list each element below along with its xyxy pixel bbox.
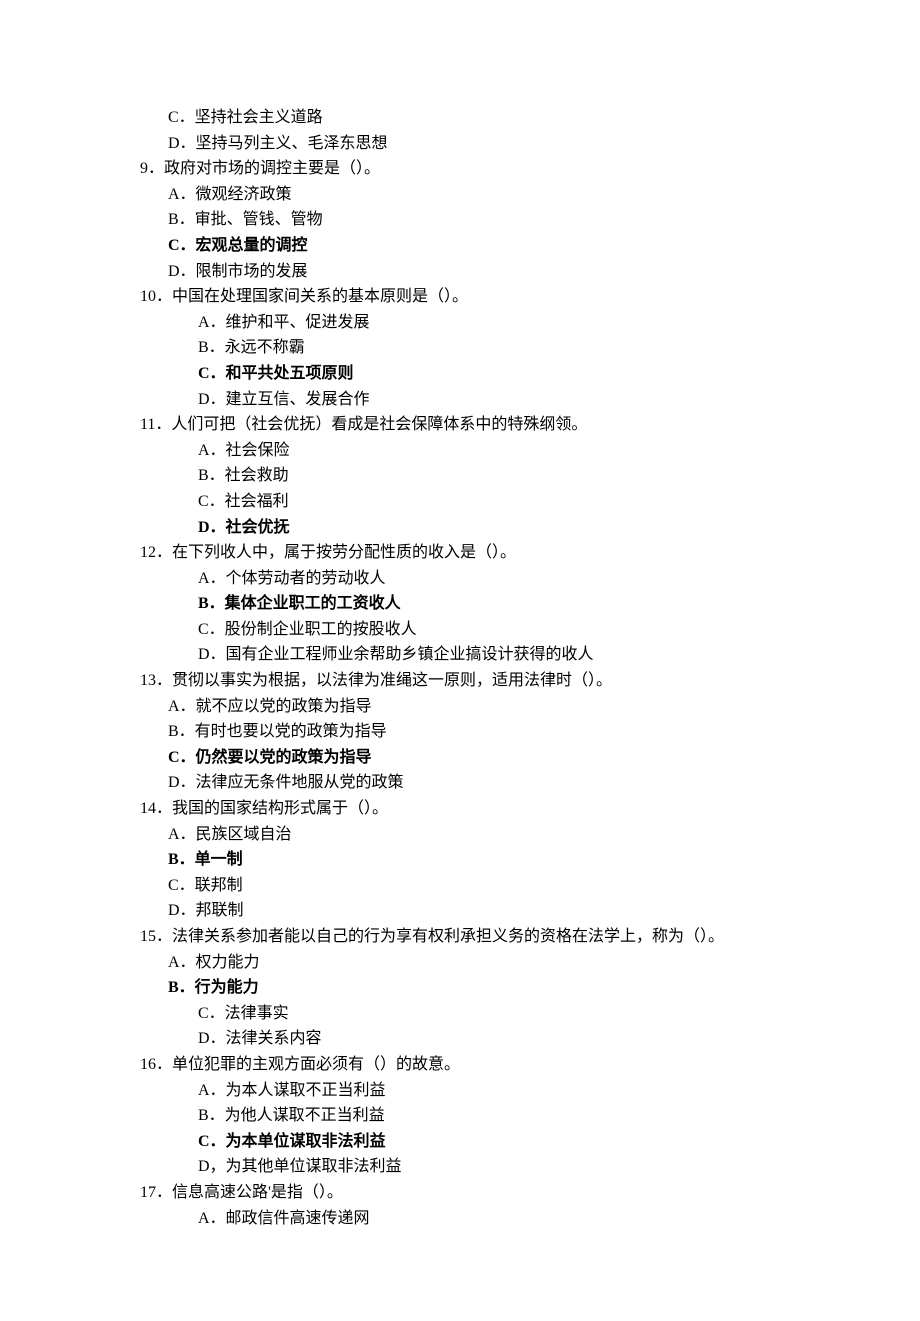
question-text: 11．人们可把（社会优抚）看成是社会保障体系中的特殊纲领。	[140, 412, 840, 438]
option-text: D，为其他单位谋取非法利益	[140, 1154, 840, 1180]
option-text: A．邮政信件高速传递网	[140, 1206, 840, 1232]
option-text-answer: B．行为能力	[140, 975, 840, 1001]
option-text-answer: C．和平共处五项原则	[140, 361, 840, 387]
option-text: C．联邦制	[140, 873, 840, 899]
option-text: D．法律关系内容	[140, 1026, 840, 1052]
option-text: D．邦联制	[140, 898, 840, 924]
option-text: A．为本人谋取不正当利益	[140, 1078, 840, 1104]
option-text-answer: C．宏观总量的调控	[140, 233, 840, 259]
option-text: A．社会保险	[140, 438, 840, 464]
option-text: B．为他人谋取不正当利益	[140, 1103, 840, 1129]
option-text: B．审批、管钱、管物	[140, 207, 840, 233]
question-text: 17．信息高速公路'是指（）。	[140, 1180, 840, 1206]
option-text: C．股份制企业职工的按股收人	[140, 617, 840, 643]
option-text: D．法律应无条件地服从党的政策	[140, 770, 840, 796]
question-text: 14．我国的国家结构形式属于（）。	[140, 796, 840, 822]
option-text: A．权力能力	[140, 950, 840, 976]
option-text: A．维护和平、促进发展	[140, 310, 840, 336]
option-text: D．限制市场的发展	[140, 259, 840, 285]
option-text: B．永远不称霸	[140, 335, 840, 361]
option-text: A．个体劳动者的劳动收人	[140, 566, 840, 592]
option-text: D．国有企业工程师业余帮助乡镇企业搞设计获得的收人	[140, 642, 840, 668]
option-text: A．微观经济政策	[140, 182, 840, 208]
option-text-answer: C．为本单位谋取非法利益	[140, 1129, 840, 1155]
question-text: 12．在下列收人中，属于按劳分配性质的收入是（）。	[140, 540, 840, 566]
option-text: C．社会福利	[140, 489, 840, 515]
question-text: 10．中国在处理国家间关系的基本原则是（）。	[140, 284, 840, 310]
option-text-answer: B．集体企业职工的工资收人	[140, 591, 840, 617]
option-text-answer: D．社会优抚	[140, 515, 840, 541]
question-text: 16．单位犯罪的主观方面必须有（）的故意。	[140, 1052, 840, 1078]
option-text: D．坚持马列主义、毛泽东思想	[140, 131, 840, 157]
option-text: D．建立互信、发展合作	[140, 387, 840, 413]
option-text: C．坚持社会主义道路	[140, 105, 840, 131]
option-text: C．法律事实	[140, 1001, 840, 1027]
option-text: A．就不应以党的政策为指导	[140, 694, 840, 720]
option-text-answer: C．仍然要以党的政策为指导	[140, 745, 840, 771]
option-text: B．社会救助	[140, 463, 840, 489]
question-text: 15．法律关系参加者能以自己的行为享有权利承担义务的资格在法学上，称为（）。	[140, 924, 840, 950]
option-text: A．民族区域自治	[140, 822, 840, 848]
document-body: C．坚持社会主义道路 D．坚持马列主义、毛泽东思想 9．政府对市场的调控主要是（…	[140, 105, 840, 1231]
option-text-answer: B．单一制	[140, 847, 840, 873]
question-text: 9．政府对市场的调控主要是（）。	[140, 156, 840, 182]
option-text: B．有时也要以党的政策为指导	[140, 719, 840, 745]
question-text: 13．贯彻以事实为根据，以法律为准绳这一原则，适用法律时（）。	[140, 668, 840, 694]
